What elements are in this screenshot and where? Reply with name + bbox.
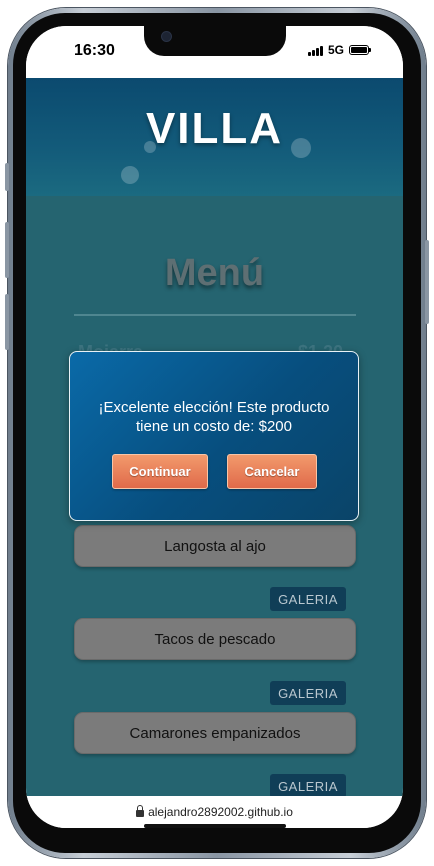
power-button [425, 240, 429, 324]
front-camera-icon [162, 32, 171, 41]
phone-screen: 16:30 5G VILLA Menú Mojarra $1,20 Langos… [26, 26, 403, 828]
price-dialog: ¡Excelente elección! Este producto tiene… [69, 351, 359, 521]
dish-button-langosta[interactable]: Langosta al ajo [74, 525, 356, 567]
decor-bubble [121, 166, 139, 184]
status-bar: 16:30 5G [26, 26, 403, 78]
menu-divider [74, 314, 356, 316]
lock-icon [136, 805, 145, 817]
network-type: 5G [327, 43, 344, 57]
dish-button-camarones[interactable]: Camarones empanizados [74, 712, 356, 754]
continue-button[interactable]: Continuar [112, 454, 208, 489]
volume-up-button [5, 222, 9, 278]
url-text: alejandro2892002.github.io [148, 805, 293, 819]
gallery-button[interactable]: GALERIA [270, 774, 346, 798]
url-display: alejandro2892002.github.io [26, 805, 403, 819]
status-time: 16:30 [74, 42, 115, 59]
menu-title: Menú [164, 252, 265, 294]
mute-switch [5, 163, 9, 191]
brand-title: VILLA [145, 104, 284, 153]
site-header: VILLA [26, 78, 403, 196]
battery-icon [349, 45, 371, 55]
dialog-message: ¡Excelente elección! Este producto tiene… [98, 399, 330, 435]
home-indicator[interactable] [144, 824, 286, 828]
notch [144, 26, 286, 56]
gallery-button[interactable]: GALERIA [270, 587, 346, 611]
volume-down-button [5, 294, 9, 350]
cancel-button[interactable]: Cancelar [227, 454, 317, 489]
gallery-button[interactable]: GALERIA [270, 681, 346, 705]
dish-button-tacos[interactable]: Tacos de pescado [74, 618, 356, 660]
status-indicators: 5G [307, 43, 371, 57]
signal-bars-icon [307, 45, 323, 56]
browser-url-bar[interactable]: alejandro2892002.github.io [26, 796, 403, 828]
